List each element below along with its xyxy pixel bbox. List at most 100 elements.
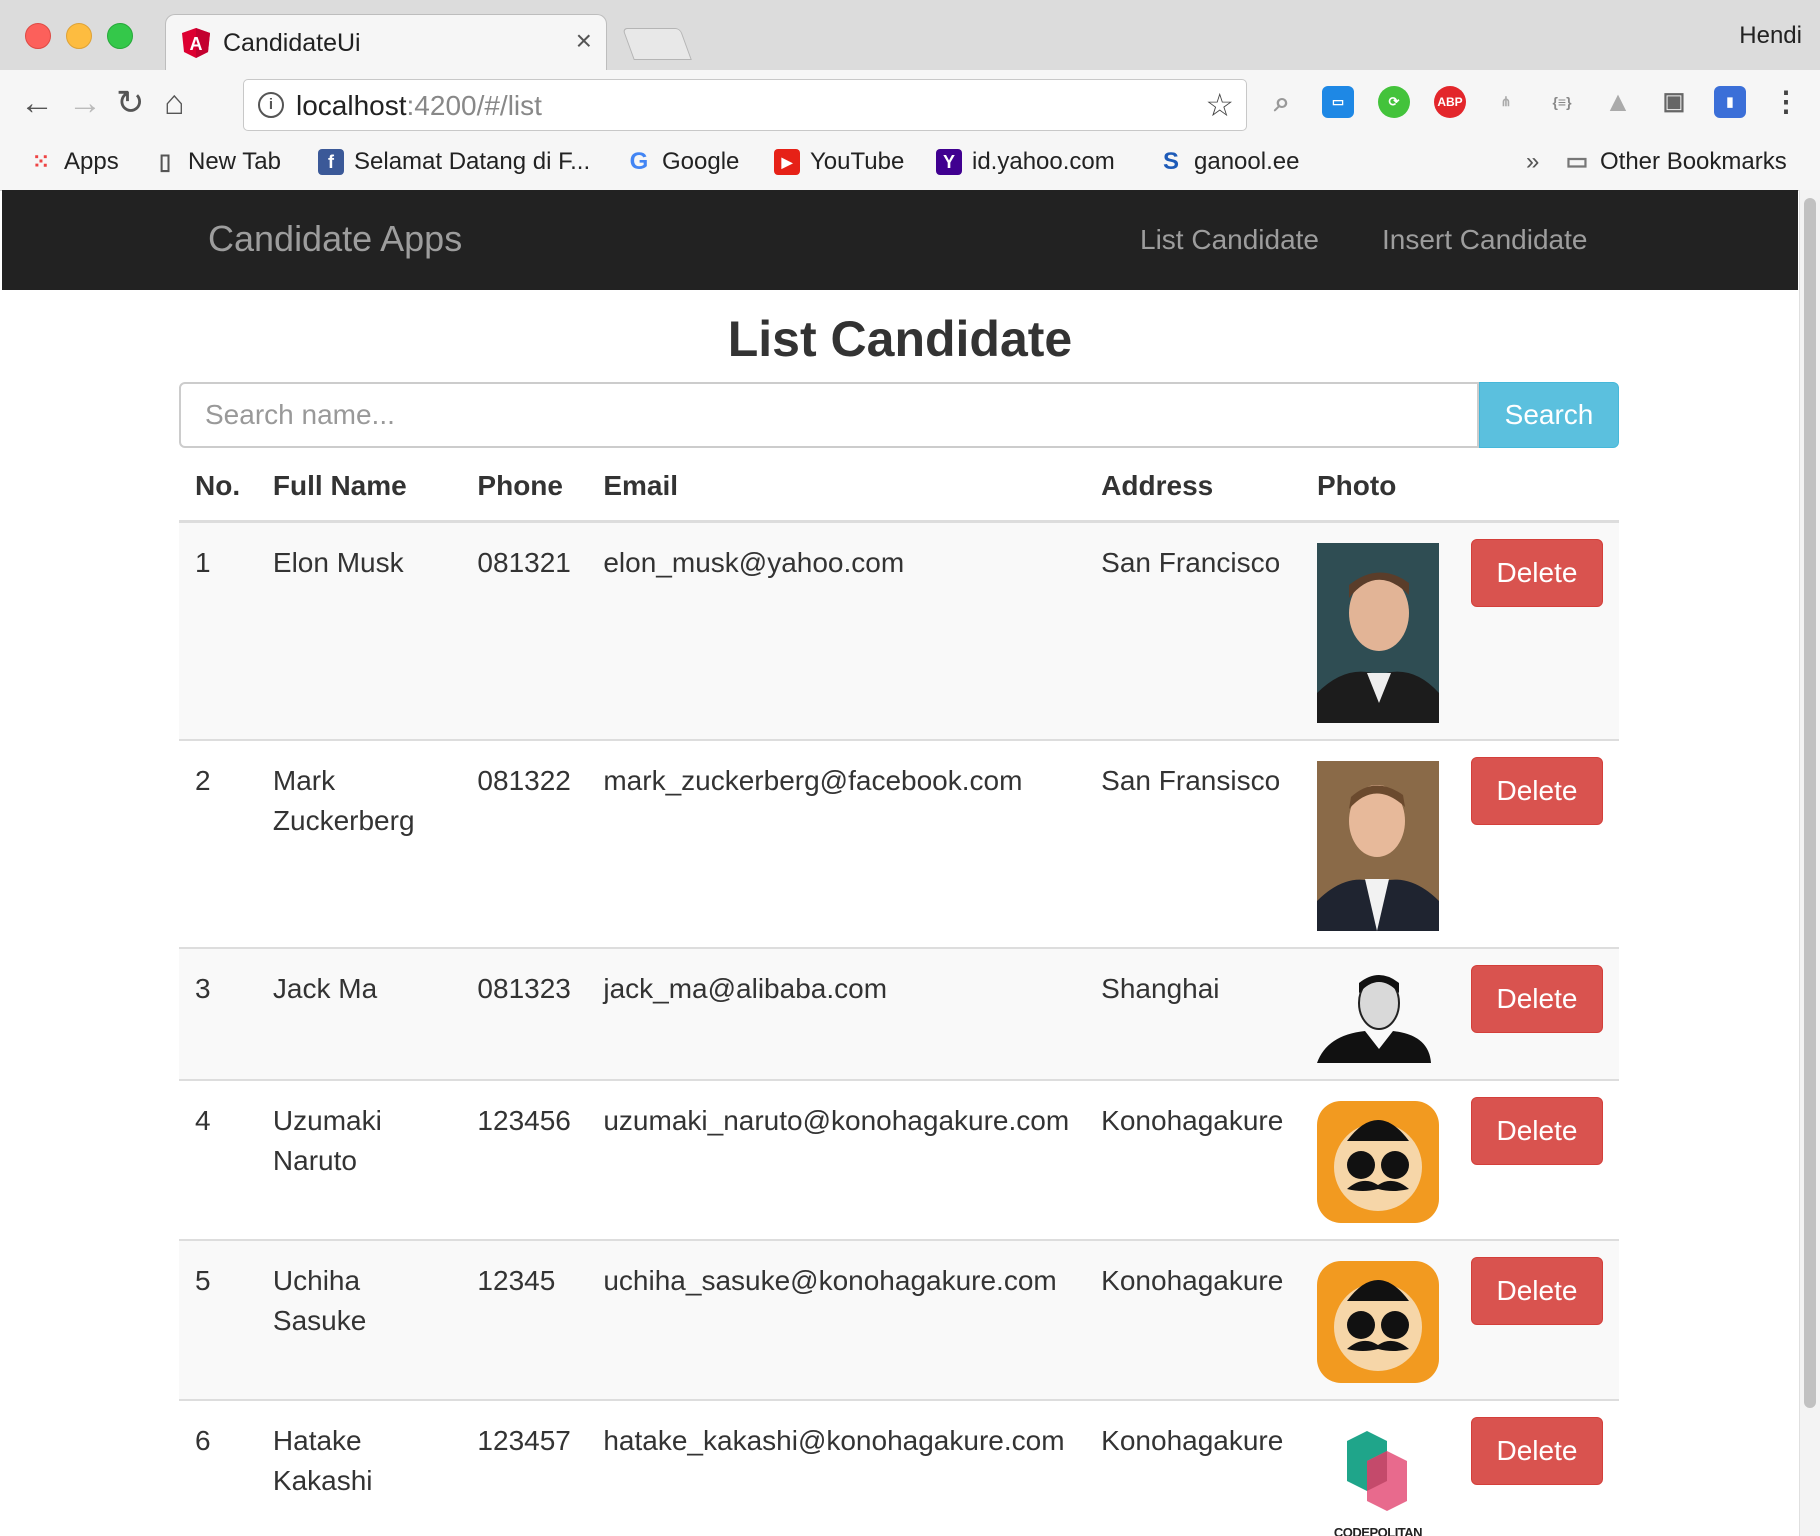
cell-full-name: Uzumaki Naruto (256, 1079, 462, 1240)
reload-icon[interactable]: ↻ (116, 86, 145, 120)
bookmark-youtube[interactable]: ▶ YouTube (774, 148, 904, 176)
more-bookmarks-chevron[interactable]: » (1526, 148, 1539, 176)
other-bookmarks-folder[interactable]: ▭ Other Bookmarks (1564, 148, 1787, 176)
scrollbar-thumb[interactable] (1804, 198, 1816, 1408)
candidate-photo (1316, 543, 1439, 723)
bookmark-facebook[interactable]: f Selamat Datang di F... (318, 148, 590, 176)
search-extension-icon[interactable]: ⌕ (1266, 86, 1298, 118)
cell-email: elon_musk@yahoo.com (587, 520, 1086, 740)
bookmark-ganool[interactable]: S ganool.ee (1158, 148, 1299, 176)
search-button[interactable]: Search (1479, 382, 1619, 448)
close-window-button[interactable] (25, 23, 51, 49)
candidate-photo (1316, 761, 1439, 931)
minimize-window-button[interactable] (66, 23, 92, 49)
bookmark-label: Other Bookmarks (1600, 148, 1787, 175)
cell-no: 5 (179, 1239, 257, 1400)
profile-name[interactable]: Hendi (1739, 22, 1802, 50)
svg-text:A: A (190, 34, 203, 54)
search-input[interactable] (179, 382, 1479, 448)
adblock-icon[interactable]: ABP (1434, 86, 1466, 118)
cell-photo (1300, 1079, 1455, 1240)
url-host: localhost (296, 90, 407, 121)
cell-phone: 081321 (461, 520, 588, 740)
cell-email: uchiha_sasuke@konohagakure.com (587, 1239, 1086, 1400)
json-extension-icon[interactable]: {≡} (1546, 86, 1578, 118)
cell-phone: 123456 (461, 1079, 588, 1240)
navbar-brand[interactable]: Candidate Apps (208, 218, 462, 260)
bookmark-google[interactable]: G Google (626, 148, 740, 176)
page-title: List Candidate (727, 311, 1073, 367)
yahoo-icon: Y (936, 149, 962, 175)
bookmark-label: ganool.ee (1194, 148, 1300, 175)
folder-icon: ▭ (1565, 148, 1589, 175)
bookmark-apps[interactable]: ⁙ Apps (28, 148, 119, 176)
cell-no: 1 (179, 520, 257, 740)
bookmark-label: id.yahoo.com (972, 148, 1115, 175)
url-path: :4200/#/list (406, 90, 542, 121)
bookmark-label: YouTube (810, 148, 905, 175)
candidate-photo (1316, 975, 1431, 1063)
browser-tab-active[interactable]: A CandidateUi × (165, 14, 607, 71)
address-bar[interactable]: i localhost:4200/#/list ☆ (243, 79, 1247, 131)
url-text: localhost:4200/#/list (296, 90, 542, 122)
drive-extension-icon[interactable]: ▲ (1602, 86, 1634, 118)
column-header-phone: Phone (461, 450, 588, 523)
google-icon: G (629, 148, 649, 175)
cell-address: Konohagakure (1085, 1239, 1301, 1400)
column-header-photo: Photo (1300, 450, 1455, 523)
page-icon: ▯ (158, 149, 172, 174)
table-header-row: No. Full Name Phone Email Address Photo (179, 450, 1619, 523)
delete-button[interactable]: Delete (1470, 757, 1603, 825)
menu-kebab-icon[interactable]: ⋮ (1770, 86, 1802, 118)
cell-no: 2 (179, 739, 257, 948)
browser-tabstrip: A CandidateUi × Hendi (0, 0, 1820, 71)
page-scrollbar[interactable] (1799, 190, 1820, 1536)
cell-email: uzumaki_naruto@konohagakure.com (587, 1079, 1086, 1240)
delete-button[interactable]: Delete (1470, 1417, 1603, 1485)
cell-email: mark_zuckerberg@facebook.com (587, 739, 1086, 948)
cell-actions: Delete (1454, 1079, 1619, 1240)
mustache-avatar-icon (1316, 1101, 1439, 1223)
table-row: 1 Elon Musk 081321 elon_musk@yahoo.com S… (179, 520, 1619, 740)
nav-list-candidate[interactable]: List Candidate (1140, 224, 1319, 256)
cell-email: jack_ma@alibaba.com (587, 947, 1086, 1080)
bookmark-yahoo[interactable]: Y id.yahoo.com (936, 148, 1115, 176)
cast-extension-icon[interactable]: ▣ (1658, 86, 1690, 118)
lighthouse-extension-icon[interactable]: ▮ (1714, 86, 1746, 118)
cell-address: Konohagakure (1085, 1399, 1301, 1536)
back-arrow-icon[interactable]: ← (20, 86, 54, 120)
home-icon[interactable]: ⌂ (164, 86, 185, 120)
bookmark-new-tab[interactable]: ▯ New Tab (152, 148, 281, 176)
bookmark-label: Google (662, 148, 740, 175)
bookmark-star-icon[interactable]: ☆ (1205, 86, 1234, 124)
codepolitan-caption: CODEPOLITAN (1333, 1525, 1423, 1536)
cell-actions: Delete (1454, 1239, 1619, 1400)
forward-arrow-icon[interactable]: → (68, 86, 102, 120)
close-tab-icon[interactable]: × (576, 25, 592, 57)
sitemap-extension-icon[interactable]: ⋔ (1490, 86, 1522, 118)
new-tab-button[interactable] (622, 28, 692, 60)
app-navbar: Candidate Apps List Candidate Insert Can… (2, 190, 1798, 290)
evernote-extension-icon[interactable]: ⟳ (1378, 86, 1410, 118)
apps-grid-icon: ⁙ (31, 149, 51, 174)
info-icon[interactable]: i (258, 92, 284, 118)
cell-actions: Delete (1454, 739, 1619, 948)
table-row: 6 Hatake Kakashi 123457 hatake_kakashi@k… (179, 1399, 1619, 1536)
delete-button[interactable]: Delete (1470, 1097, 1603, 1165)
delete-button[interactable]: Delete (1470, 539, 1603, 607)
cell-actions: Delete (1454, 947, 1619, 1080)
angular-icon: A (182, 28, 210, 58)
cell-no: 6 (179, 1399, 257, 1536)
cell-full-name: Jack Ma (256, 947, 462, 1080)
nav-insert-candidate[interactable]: Insert Candidate (1382, 224, 1587, 256)
cell-address: Konohagakure (1085, 1079, 1301, 1240)
bookmarks-bar: ⁙ Apps ▯ New Tab f Selamat Datang di F..… (0, 138, 1820, 191)
maximize-window-button[interactable] (107, 23, 133, 49)
search-group: Search (179, 382, 1619, 448)
window-extension-icon[interactable]: ▭ (1322, 86, 1354, 118)
bookmark-label: Selamat Datang di F... (354, 148, 591, 175)
table-row: 5 Uchiha Sasuke 12345 uchiha_sasuke@kono… (179, 1239, 1619, 1400)
delete-button[interactable]: Delete (1470, 1257, 1603, 1325)
tab-title: CandidateUi (223, 29, 361, 57)
delete-button[interactable]: Delete (1470, 965, 1603, 1033)
